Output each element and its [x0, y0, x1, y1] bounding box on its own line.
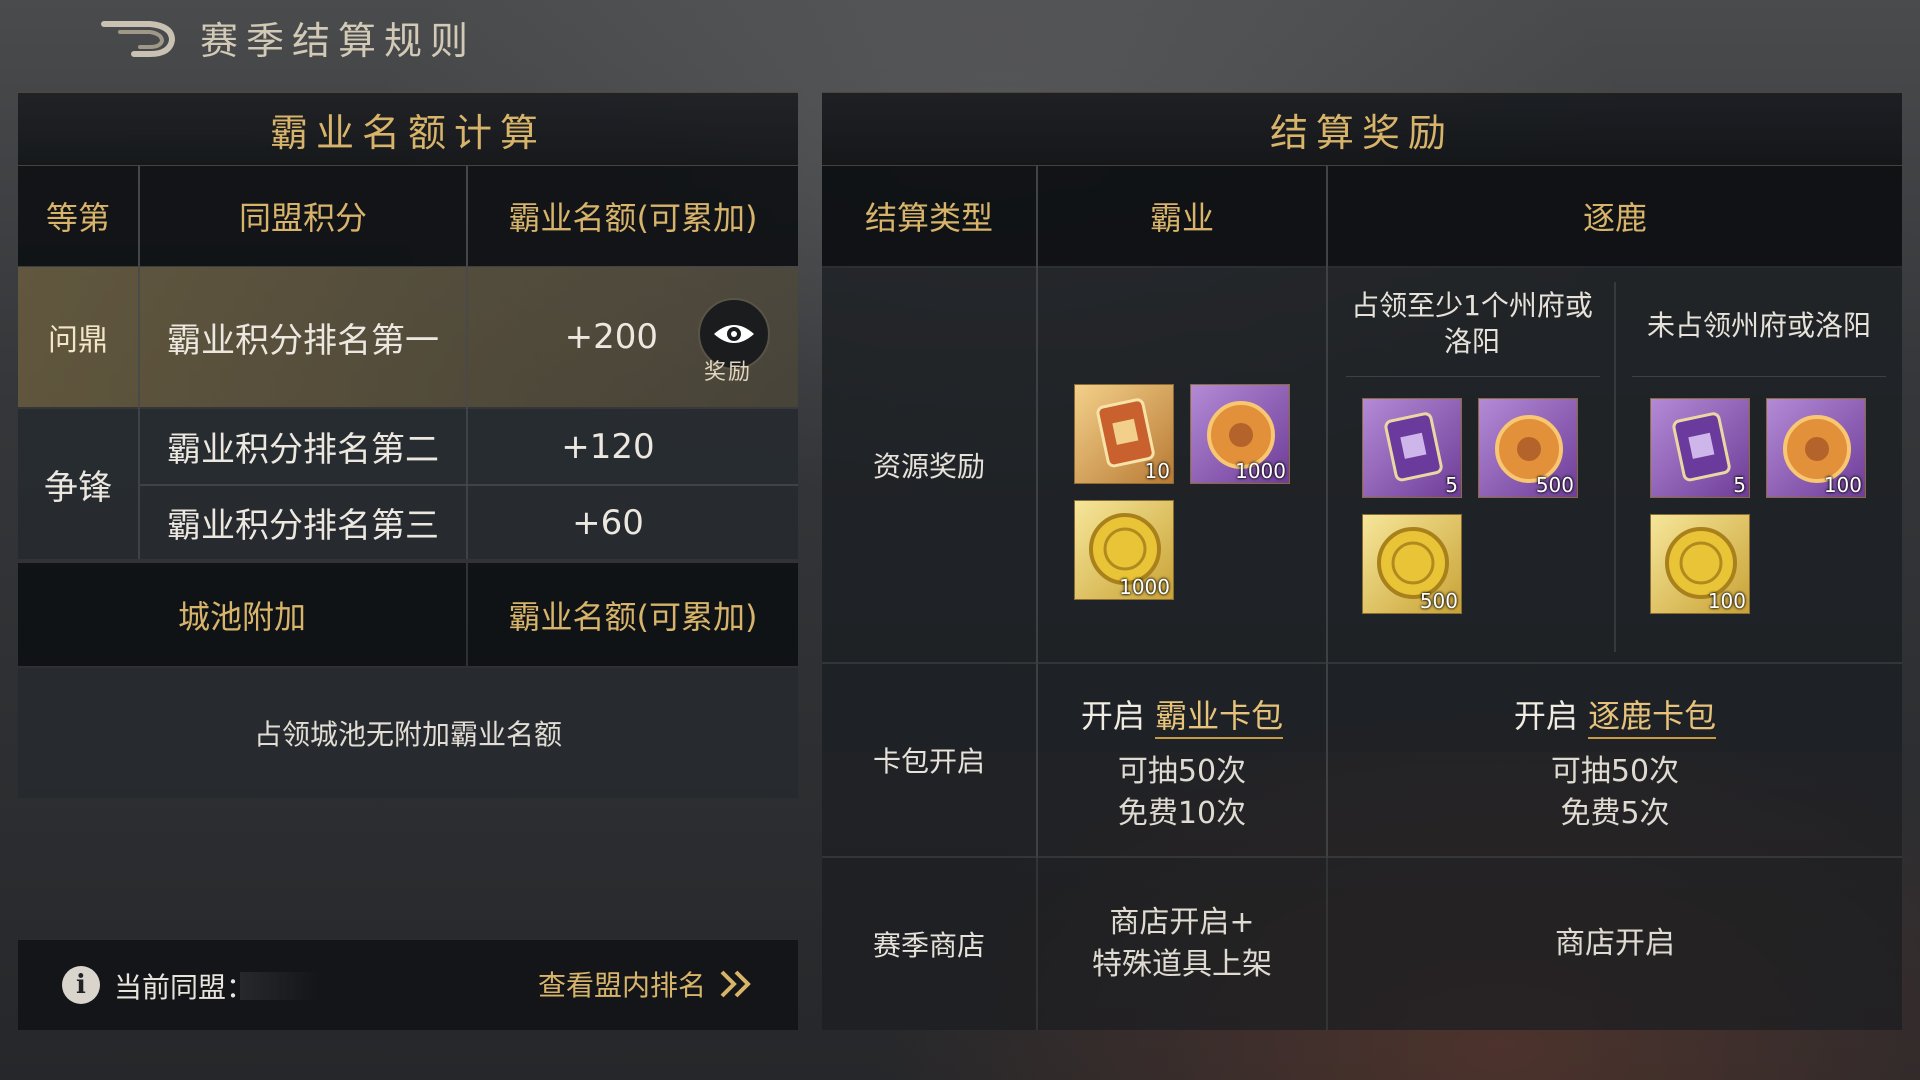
col-settle-type: 结算类型 [822, 166, 1036, 266]
gold-coin-icon[interactable]: 100 [1650, 514, 1750, 614]
item-qty: 5 [1445, 473, 1458, 497]
row1-condition: 霸业积分排名第一 [167, 320, 439, 361]
zhulu-card-link[interactable]: 逐鹿卡包 [1588, 697, 1717, 739]
badu-shop-line1: 商店开启+ [1109, 905, 1255, 940]
eye-icon [714, 325, 754, 343]
row2-condition: 霸业积分排名第二 [167, 430, 439, 470]
zhulu-sub-unoccupied: 未占领州府或洛阳 [1646, 309, 1871, 342]
rewards-panel-title: 结算奖励 [822, 92, 1902, 166]
alliance-name-blurred [240, 972, 320, 1000]
row1-value: +200 [564, 317, 658, 357]
divider [1614, 282, 1616, 652]
page-title: 赛季结算规则 [200, 19, 477, 63]
divider [1346, 376, 1600, 377]
zhulu-draws: 可抽50次 [1550, 754, 1680, 789]
badu-shop-line2: 特殊道具上架 [1092, 947, 1272, 982]
current-alliance-label: 当前同盟： [114, 971, 255, 1004]
badu-shop: 商店开启+ 特殊道具上架 [1038, 858, 1326, 1030]
item-qty: 1000 [1119, 575, 1170, 599]
zhulu-sub-occupied: 占领至少1个州府或洛阳 [1351, 289, 1593, 358]
resource-reward-label: 资源奖励 [872, 450, 985, 483]
info-bar: i 当前同盟： 查看盟内排名 [18, 940, 798, 1030]
order-token-icon[interactable]: 10 [1074, 384, 1174, 484]
jade-icon[interactable]: 1000 [1190, 384, 1290, 484]
item-qty: 10 [1144, 459, 1170, 483]
gold-coin-icon[interactable]: 500 [1362, 514, 1462, 614]
item-qty: 100 [1707, 589, 1746, 613]
item-qty: 5 [1733, 473, 1746, 497]
open-prefix: 开启 [1080, 697, 1145, 735]
jade-icon[interactable]: 100 [1766, 398, 1866, 498]
zhulu-free: 免费5次 [1560, 796, 1670, 831]
col-quota: 霸业名额(可累加) [468, 166, 798, 266]
order-token-icon[interactable]: 5 [1650, 398, 1750, 498]
info-icon[interactable]: i [62, 966, 100, 1004]
badu-draws: 可抽50次 [1117, 754, 1247, 789]
divider [138, 166, 140, 559]
divider [466, 166, 468, 559]
col-zhulu: 逐鹿 [1328, 166, 1902, 266]
zhulu-card-title: 开启 逐鹿卡包 [1513, 691, 1717, 739]
jade-icon[interactable]: 500 [1478, 398, 1578, 498]
row3-value: +60 [572, 502, 644, 543]
city-header: 城池附加 [18, 563, 466, 666]
rewards-panel: 结算奖励 结算类型 霸业 逐鹿 占领至少1个州府或洛阳 未占领州府或洛阳 资源奖… [822, 92, 1902, 1030]
col-points: 同盟积分 [140, 166, 466, 266]
city-quota-header: 霸业名额(可累加) [468, 563, 798, 666]
tier-wending: 问鼎 [48, 323, 108, 358]
item-qty: 500 [1419, 589, 1458, 613]
city-note: 占领城池无附加霸业名额 [18, 668, 798, 798]
card-pack-label: 卡包开启 [872, 745, 985, 778]
quota-panel: 霸业名额计算 等第 同盟积分 霸业名额(可累加) 问鼎 霸业积分排名第一 +20… [18, 92, 798, 812]
row3-condition: 霸业积分排名第三 [167, 506, 439, 546]
quota-panel-title: 霸业名额计算 [18, 92, 798, 166]
double-chevron-right-icon [720, 970, 751, 998]
season-shop-label: 赛季商店 [872, 929, 985, 962]
badu-card-pack: 开启 霸业卡包 可抽50次 免费10次 [1038, 678, 1326, 848]
order-token-icon[interactable]: 5 [1362, 398, 1462, 498]
view-ranking-text: 查看盟内排名 [538, 969, 707, 1002]
col-badu: 霸业 [1038, 166, 1326, 266]
badu-free: 免费10次 [1117, 796, 1247, 831]
back-arrow-icon[interactable] [100, 14, 178, 62]
col-tier: 等第 [18, 166, 138, 266]
reward-label: 奖励 [704, 360, 753, 385]
gold-coin-icon[interactable]: 1000 [1074, 500, 1174, 600]
view-ranking-link[interactable]: 查看盟内排名 [538, 964, 758, 1004]
tier-zhengfeng: 争锋 [44, 467, 112, 508]
zhulu-shop: 商店开启 [1555, 926, 1675, 961]
divider [140, 484, 798, 486]
divider [1632, 376, 1886, 377]
open-prefix: 开启 [1513, 697, 1578, 735]
badu-card-link[interactable]: 霸业卡包 [1155, 697, 1284, 739]
item-qty: 100 [1823, 473, 1862, 497]
zhulu-card-pack: 开启 逐鹿卡包 可抽50次 免费5次 [1328, 678, 1902, 848]
row2-value: +120 [561, 426, 655, 467]
header-bar: 赛季结算规则 [0, 0, 1920, 70]
item-qty: 500 [1535, 473, 1574, 497]
item-qty: 1000 [1235, 459, 1286, 483]
badu-card-title: 开启 霸业卡包 [1080, 691, 1284, 739]
